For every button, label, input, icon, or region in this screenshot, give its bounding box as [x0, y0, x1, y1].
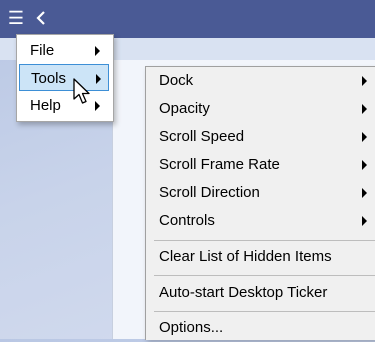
submenu-arrow-icon: [362, 132, 367, 142]
submenu-item-scroll-speed[interactable]: Scroll Speed: [146, 123, 375, 151]
menu-item-label: Tools: [31, 70, 67, 87]
arrow-cursor-icon: [73, 78, 90, 104]
submenu-item-label: Controls: [159, 212, 215, 229]
chevron-left-icon[interactable]: [32, 7, 50, 29]
hamburger-icon[interactable]: ☰: [6, 8, 26, 28]
submenu-arrow-icon: [95, 101, 100, 111]
submenu-item-scroll-direction[interactable]: Scroll Direction: [146, 179, 375, 207]
menu-item-tools[interactable]: Tools: [19, 64, 109, 91]
menu-separator: [154, 275, 375, 276]
menu-item-help[interactable]: Help: [19, 92, 109, 119]
submenu-item-label: Scroll Speed: [159, 128, 245, 145]
submenu-item-label: Clear List of Hidden Items: [159, 248, 332, 265]
menu-separator: [154, 311, 375, 312]
submenu-arrow-icon: [95, 46, 100, 56]
submenu-arrow-icon: [362, 160, 367, 170]
tools-submenu: Dock Opacity Scroll Speed Scroll Frame R…: [145, 66, 375, 340]
submenu-item-label: Dock: [159, 72, 194, 89]
main-menu: File Tools Help: [16, 34, 114, 122]
submenu-item-label: Auto-start Desktop Ticker: [159, 284, 328, 301]
menu-item-label: Help: [30, 97, 61, 114]
submenu-item-options[interactable]: Options...: [146, 314, 375, 342]
submenu-arrow-icon: [362, 188, 367, 198]
menu-item-label: File: [30, 42, 55, 59]
submenu-arrow-icon: [362, 216, 367, 226]
menu-separator: [154, 240, 375, 241]
menu-item-file[interactable]: File: [19, 37, 109, 64]
submenu-arrow-icon: [96, 74, 101, 84]
submenu-item-opacity[interactable]: Opacity: [146, 95, 375, 123]
submenu-arrow-icon: [362, 76, 367, 86]
submenu-arrow-icon: [362, 104, 367, 114]
submenu-item-controls[interactable]: Controls: [146, 207, 375, 235]
submenu-item-auto-start[interactable]: Auto-start Desktop Ticker: [146, 279, 375, 307]
submenu-item-dock[interactable]: Dock: [146, 67, 375, 95]
submenu-item-label: Options...: [159, 319, 224, 336]
submenu-item-label: Opacity: [159, 100, 210, 117]
submenu-item-label: Scroll Direction: [159, 184, 260, 201]
submenu-item-label: Scroll Frame Rate: [159, 156, 280, 173]
title-bar: ☰: [0, 0, 375, 38]
submenu-item-scroll-frame-rate[interactable]: Scroll Frame Rate: [146, 151, 375, 179]
submenu-item-clear-hidden-items[interactable]: Clear List of Hidden Items: [146, 243, 375, 271]
